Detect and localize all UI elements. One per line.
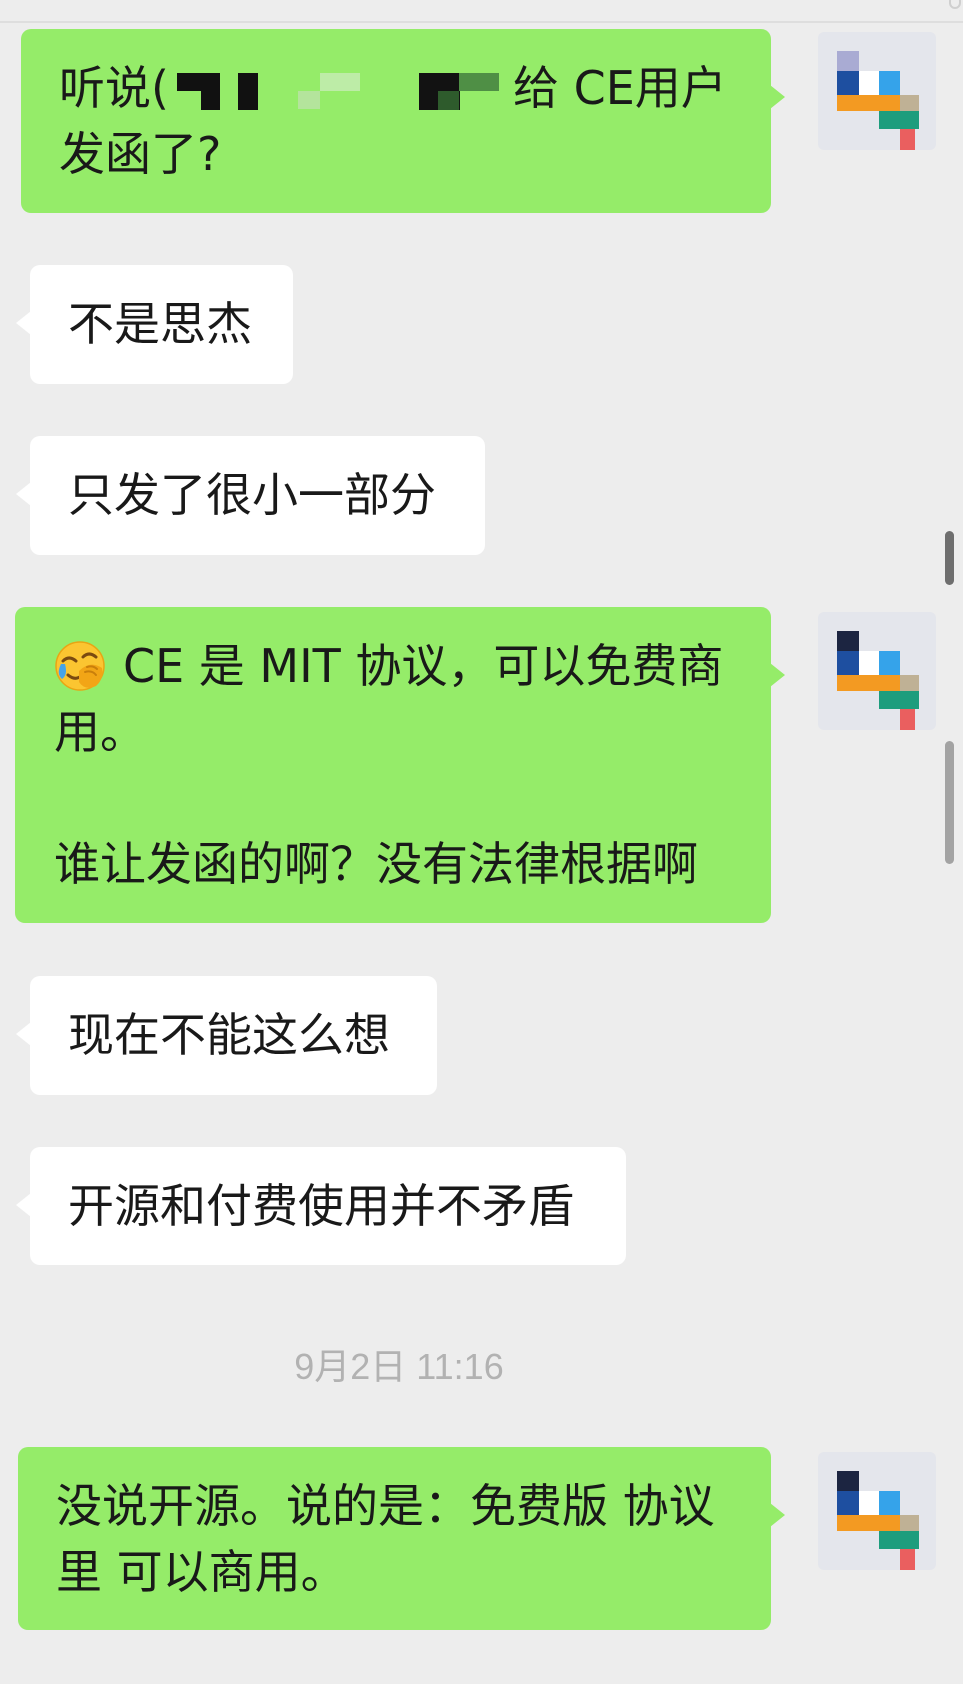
- message-text: 只发了很小一部分: [68, 468, 436, 522]
- message-text: 听说(: [59, 61, 169, 115]
- message-bubble-sent[interactable]: 听说( 给 CE用户 发函了?: [21, 29, 785, 213]
- message-line: CE 是 MIT 协议，可以免费商: [54, 633, 741, 699]
- message-text: 给 CE用户: [513, 61, 727, 115]
- message-text: 不是思杰: [68, 297, 252, 351]
- bubble-tail: [16, 1022, 31, 1046]
- redaction-blocks: [177, 73, 499, 110]
- facepalm-emoji-icon: [54, 640, 106, 692]
- avatar[interactable]: [818, 32, 936, 150]
- message-line: 发函了?: [59, 127, 222, 181]
- top-divider: [0, 21, 963, 23]
- message-line: 没说开源。说的是：免费版 协议: [56, 1479, 715, 1533]
- avatar[interactable]: [818, 1452, 936, 1570]
- bubble-tail: [16, 482, 31, 506]
- message-bubble-received[interactable]: 现在不能这么想: [16, 976, 437, 1095]
- bubble-tail: [770, 85, 785, 109]
- message-timestamp: 9月2日 11:16: [294, 1346, 504, 1387]
- message-text: 现在不能这么想: [68, 1008, 390, 1062]
- message-bubble-sent[interactable]: 没说开源。说的是：免费版 协议 里 可以商用。: [18, 1447, 785, 1630]
- message-bubble-sent[interactable]: CE 是 MIT 协议，可以免费商 用。 谁让发函的啊？没有法律根据啊: [15, 607, 785, 923]
- bubble-tail: [770, 663, 785, 687]
- scrollbar-thumb[interactable]: [945, 531, 954, 585]
- message-bubble-received[interactable]: 不是思杰: [16, 265, 293, 384]
- bubble-tail: [16, 1193, 31, 1217]
- message-text: 开源和付费使用并不矛盾: [68, 1179, 574, 1233]
- message-bubble-received[interactable]: 只发了很小一部分: [16, 436, 485, 555]
- avatar[interactable]: [818, 612, 936, 730]
- message-line: 谁让发函的啊？没有法律根据啊: [54, 837, 698, 891]
- message-line: 用。: [54, 705, 146, 759]
- scrollbar-thumb[interactable]: [945, 741, 954, 864]
- bubble-tail: [16, 311, 31, 335]
- message-line: 听说( 给 CE用户: [59, 55, 741, 121]
- corner-indicator: [949, 0, 961, 9]
- message-bubble-received[interactable]: 开源和付费使用并不矛盾: [16, 1147, 626, 1265]
- bubble-tail: [770, 1503, 785, 1527]
- message-text: CE 是 MIT 协议，可以免费商: [123, 639, 724, 693]
- message-line: 里 可以商用。: [56, 1545, 347, 1599]
